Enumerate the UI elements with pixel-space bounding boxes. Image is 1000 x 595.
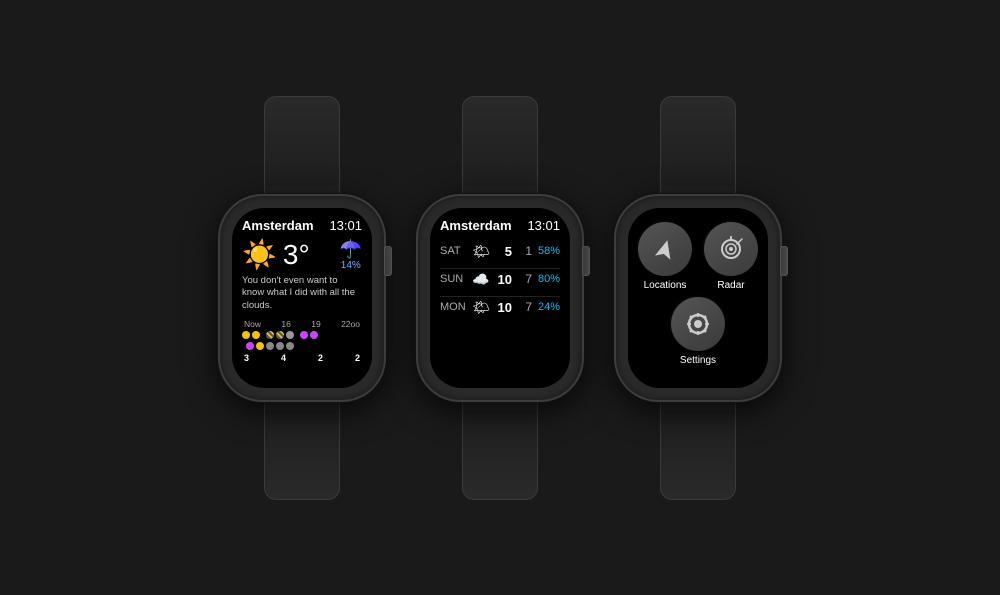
- forecast-day: SAT: [440, 245, 468, 257]
- radar-icon: [718, 236, 744, 262]
- watch-screen-3: Locations Radar: [628, 208, 768, 388]
- temperature: 3°: [283, 239, 310, 271]
- menu-screen: Locations Radar: [628, 208, 768, 388]
- menu-bottom-row: Settings: [671, 297, 725, 366]
- settings-icon-circle: [671, 297, 725, 351]
- radar-icon-circle: [704, 222, 758, 276]
- watch-3: Locations Radar: [614, 96, 782, 500]
- forecast-row-sun: SUN ☁️ 10 7 80%: [440, 271, 560, 288]
- radar-label: Radar: [717, 280, 744, 291]
- watch-body-1: Amsterdam 13:01 ☀️ 3° ☂️ 14% You don't e…: [218, 194, 386, 402]
- hour-19: 19: [311, 319, 320, 329]
- forecast-high: 10: [494, 272, 512, 287]
- dot: [286, 331, 294, 339]
- dot: [276, 331, 284, 339]
- forecast-time: 13:01: [527, 218, 560, 233]
- temp-now: 3: [244, 353, 249, 363]
- forecast-icon: 🌤: [472, 299, 490, 316]
- dot: [242, 331, 250, 339]
- dots-group-19: [300, 331, 318, 339]
- forecast-rain: 58%: [538, 245, 560, 257]
- band-top-3: [660, 96, 736, 186]
- rain-percent: 14%: [341, 260, 361, 271]
- watch-screen-1: Amsterdam 13:01 ☀️ 3° ☂️ 14% You don't e…: [232, 208, 372, 388]
- dots-group-16: [266, 331, 294, 339]
- forecast-screen: Amsterdam 13:01 SAT 🌤 5 1 58% SUN ☁️ 10 …: [430, 208, 570, 388]
- watch-body-3: Locations Radar: [614, 194, 782, 402]
- forecast-low: 1: [520, 244, 532, 258]
- weather-main: ☀️ 3° ☂️ 14%: [242, 239, 362, 271]
- watch-2: Amsterdam 13:01 SAT 🌤 5 1 58% SUN ☁️ 10 …: [416, 96, 584, 500]
- city-name: Amsterdam: [242, 218, 314, 233]
- forecast-city: Amsterdam: [440, 218, 512, 233]
- gear-icon: [685, 311, 711, 337]
- settings-button[interactable]: Settings: [671, 297, 725, 366]
- band-bottom-1: [264, 410, 340, 500]
- dot: [256, 342, 264, 350]
- sun-icon: ☀️: [242, 241, 277, 269]
- dot: [266, 331, 274, 339]
- forecast-row-sat: SAT 🌤 5 1 58%: [440, 243, 560, 260]
- forecast-rain: 24%: [538, 301, 560, 313]
- dot: [266, 342, 274, 350]
- dot: [246, 342, 254, 350]
- band-top-1: [264, 96, 340, 186]
- navigation-icon: [653, 237, 677, 261]
- forecast-icon: ☁️: [472, 271, 490, 288]
- forecast-row-mon: MON 🌤 10 7 24%: [440, 299, 560, 316]
- band-connector-bottom-1: [264, 402, 340, 410]
- temp-16: 4: [281, 353, 286, 363]
- radar-button[interactable]: Radar: [704, 222, 758, 291]
- band-connector-bottom-3: [660, 402, 736, 410]
- dot: [286, 342, 294, 350]
- locations-label: Locations: [644, 280, 687, 291]
- hourly-temps: 3 4 2 2: [242, 353, 362, 363]
- rain-info: ☂️ 14%: [340, 239, 362, 271]
- dot: [276, 342, 284, 350]
- settings-label: Settings: [680, 355, 716, 366]
- forecast-rain: 80%: [538, 273, 560, 285]
- forecast-high: 5: [494, 244, 512, 259]
- hour-22: 22oo: [341, 319, 360, 329]
- watch-1: Amsterdam 13:01 ☀️ 3° ☂️ 14% You don't e…: [218, 96, 386, 500]
- band-bottom-3: [660, 410, 736, 500]
- band-top-2: [462, 96, 538, 186]
- umbrella-icon: ☂️: [340, 239, 362, 260]
- forecast-header: Amsterdam 13:01: [440, 218, 560, 233]
- menu-top-row: Locations Radar: [638, 222, 758, 291]
- locations-button[interactable]: Locations: [638, 222, 692, 291]
- temp-19: 2: [318, 353, 323, 363]
- dots-group-22: [246, 342, 294, 350]
- band-connector-top-2: [462, 186, 538, 194]
- forecast-high: 10: [494, 300, 512, 315]
- temp-row: ☀️ 3°: [242, 239, 310, 271]
- watch-body-2: Amsterdam 13:01 SAT 🌤 5 1 58% SUN ☁️ 10 …: [416, 194, 584, 402]
- temp-22: 2: [355, 353, 360, 363]
- hour-now: Now: [244, 319, 261, 329]
- forecast-day: SUN: [440, 273, 468, 285]
- forecast-icon: 🌤: [472, 243, 490, 260]
- band-connector-top-1: [264, 186, 340, 194]
- current-weather-screen: Amsterdam 13:01 ☀️ 3° ☂️ 14% You don't e…: [232, 208, 372, 388]
- weather-dots: [242, 331, 362, 351]
- forecast-low: 7: [520, 300, 532, 314]
- forecast-low: 7: [520, 272, 532, 286]
- band-connector-bottom-2: [462, 402, 538, 410]
- weather-header: Amsterdam 13:01: [242, 218, 362, 233]
- dot: [300, 331, 308, 339]
- dot: [252, 331, 260, 339]
- band-bottom-2: [462, 410, 538, 500]
- dot: [310, 331, 318, 339]
- locations-icon-circle: [638, 222, 692, 276]
- watch-screen-2: Amsterdam 13:01 SAT 🌤 5 1 58% SUN ☁️ 10 …: [430, 208, 570, 388]
- dots-group-now: [242, 331, 260, 339]
- weather-message: You don't even want to know what I did w…: [242, 275, 362, 313]
- current-time: 13:01: [329, 218, 362, 233]
- forecast-day: MON: [440, 301, 468, 313]
- hour-16: 16: [281, 319, 290, 329]
- hourly-times: Now 16 19 22oo: [242, 319, 362, 329]
- band-connector-top-3: [660, 186, 736, 194]
